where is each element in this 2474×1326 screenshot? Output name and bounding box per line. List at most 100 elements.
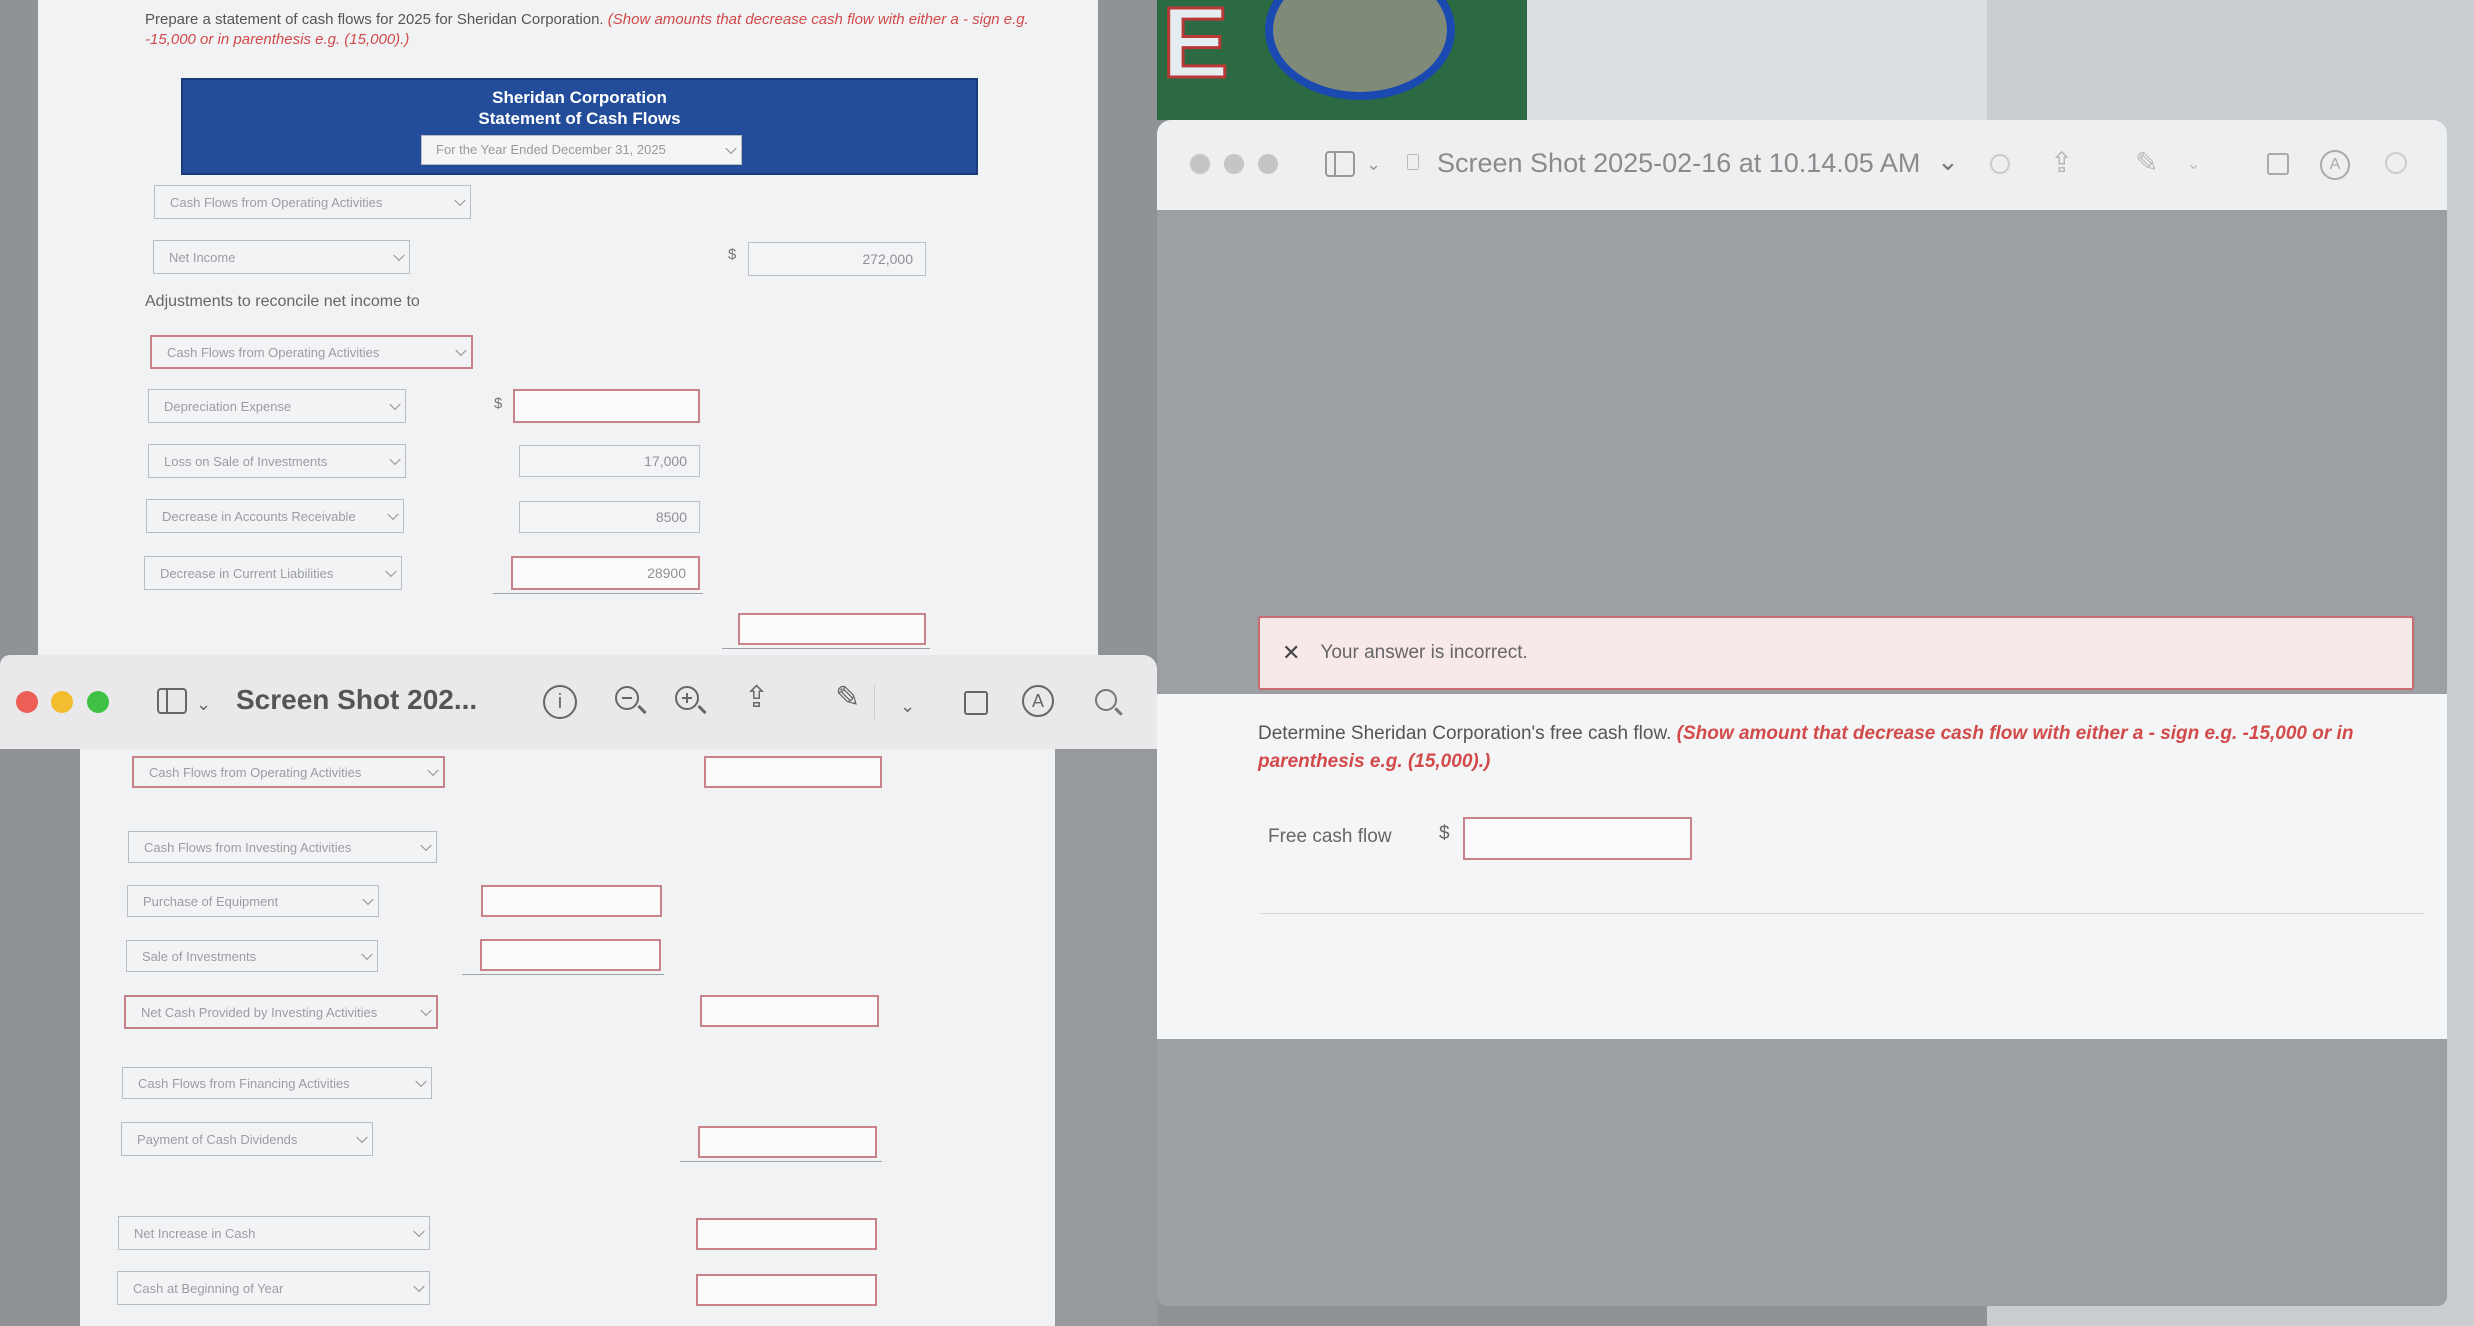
viewer-input-purchase-equipment[interactable] [481,885,662,917]
markup-icon[interactable]: A [1022,685,1054,717]
chevron-down-icon [725,142,737,155]
period-select-value: For the Year Ended December 31, 2025 [436,142,666,157]
chevron-down-icon [389,398,401,411]
section-divider [1260,913,2424,914]
incorrect-answer-alert: ✕ Your answer is incorrect. [1258,616,2414,690]
sidebar-toggle-icon[interactable] [157,688,187,714]
adjustment-input-accounts-receivable[interactable]: 8500 [519,501,700,533]
viewer-window: ⌄ Screen Shot 202... i ⇪ ✎ ⌄ A Cash Flow… [0,655,1157,1326]
zoom-out-icon[interactable] [1990,154,2010,174]
close-x-icon: ✕ [1282,640,1301,665]
minimize-window-button[interactable] [1224,154,1244,174]
markup-pen-icon[interactable]: ✎ [2135,146,2158,179]
subtotal-underline [462,974,664,975]
period-select[interactable]: For the Year Ended December 31, 2025 [421,135,742,165]
zoom-out-icon[interactable] [615,686,647,715]
adjustment-input-depreciation[interactable] [513,389,700,423]
select-value: Payment of Cash Dividends [137,1131,298,1147]
chevron-down-icon[interactable]: ⌄ [900,691,915,721]
currency-symbol: $ [1439,823,1450,844]
adjustment-input-loss-on-sale[interactable]: 17,000 [519,445,700,477]
viewer-gutter [0,749,80,1326]
chevron-down-icon [413,1280,425,1293]
viewer-row-net-increase[interactable]: Net Increase in Cash [118,1216,430,1250]
preview-canvas-bottom [1157,1039,2447,1306]
select-value: Cash at Beginning of Year [133,1280,284,1296]
viewer-input-sale-investments[interactable] [480,939,661,971]
viewer-row-investing-header[interactable]: Cash Flows from Investing Activities [128,831,437,863]
net-income-select[interactable]: Net Income [153,240,410,274]
select-value: Cash Flows from Investing Activities [144,839,352,855]
chevron-down-icon[interactable]: ⌄ [1366,154,1381,175]
chevron-down-icon[interactable]: ⌄ [196,689,211,719]
minimize-window-button[interactable] [51,691,73,713]
chevron-down-icon[interactable]: ⌄ [2187,154,2200,174]
zoom-in-icon[interactable] [675,686,707,715]
operating-header-select[interactable]: Cash Flows from Operating Activities [154,185,471,219]
adjustment-select-current-liabilities[interactable]: Decrease in Current Liabilities [144,556,402,590]
zoom-window-button[interactable] [1258,154,1278,174]
select-value: Cash Flows from Operating Activities [170,194,383,210]
select-value: Loss on Sale of Investments [164,453,328,469]
share-icon[interactable]: ⇪ [744,683,769,713]
title-chevron-down-icon[interactable]: ⌄ [1937,146,1959,177]
share-icon[interactable]: ⇪ [2050,146,2073,179]
chevron-down-icon [427,764,439,777]
select-value: Net Increase in Cash [134,1225,256,1241]
free-cash-flow-input[interactable] [1463,817,1692,860]
viewer-row-beginning-cash[interactable]: Cash at Beginning of Year [117,1271,430,1305]
window-title: Screen Shot 202... [236,684,478,715]
instructions-hint-line-2: -15,000 or in parenthesis e.g. (15,000).… [145,31,410,48]
question-main: Determine Sheridan Corporation's free ca… [1258,723,1672,744]
subtotal-underline [493,593,703,594]
viewer-input-cash-dividends[interactable] [698,1126,877,1158]
viewer-row-financing-header[interactable]: Cash Flows from Financing Activities [122,1067,432,1099]
search-icon[interactable] [1095,689,1123,716]
chevron-down-icon [385,565,397,578]
viewer-row-operating[interactable]: Cash Flows from Operating Activities [132,756,445,788]
viewer-row-sale-investments[interactable]: Sale of Investments [126,940,378,972]
viewer-input-operating-total[interactable] [704,756,882,788]
chevron-down-icon [415,1075,427,1088]
search-icon[interactable] [2385,152,2407,174]
info-icon[interactable]: i [543,685,577,719]
company-name: Sheridan Corporation [492,88,667,107]
adjustment-select-depreciation[interactable]: Depreciation Expense [148,389,406,423]
preview-titlebar: ⌄ Screen Shot 2025-02-16 at 10.14.05 AM … [1157,120,2447,210]
question-hint: (Show amount that decrease cash flow wit… [1676,723,2354,744]
close-window-button[interactable] [1190,154,1210,174]
viewer-input-net-investing[interactable] [700,995,879,1027]
viewer-input-net-increase[interactable] [696,1218,877,1250]
preview-window: ⌄ Screen Shot 2025-02-16 at 10.14.05 AM … [1157,120,2447,1306]
markup-pen-icon[interactable]: ✎ [835,683,860,713]
rotate-icon[interactable] [964,691,988,715]
chevron-down-icon [413,1225,425,1238]
select-value: Sale of Investments [142,948,257,964]
instructions-text: Prepare a statement of cash flows for 20… [145,11,604,28]
viewer-input-beginning-cash[interactable] [696,1274,877,1306]
select-value: Cash Flows from Operating Activities [149,764,362,780]
sidebar-toggle-icon[interactable] [1325,151,1355,177]
instructions-line-1: Prepare a statement of cash flows for 20… [145,11,1029,28]
adjustment-input-current-liabilities[interactable]: 28900 [511,556,700,590]
toolbar-divider [874,685,875,719]
adjustments-total-input[interactable] [738,613,926,645]
adjustments-select[interactable]: Cash Flows from Operating Activities [150,335,473,369]
select-value: Decrease in Current Liabilities [160,565,334,581]
chevron-down-icon [389,453,401,466]
viewer-row-cash-dividends[interactable]: Payment of Cash Dividends [121,1122,373,1156]
rotate-icon[interactable] [2267,153,2289,175]
chevron-down-icon [387,508,399,521]
markup-icon[interactable]: A [2320,150,2350,180]
viewer-row-net-investing[interactable]: Net Cash Provided by Investing Activitie… [124,995,438,1029]
zoom-window-button[interactable] [87,691,109,713]
adjustment-select-accounts-receivable[interactable]: Decrease in Accounts Receivable [146,499,404,533]
viewer-row-purchase-equipment[interactable]: Purchase of Equipment [127,885,379,917]
net-income-input[interactable]: 272,000 [748,242,926,276]
chevron-down-icon [420,839,432,852]
adjustment-select-loss-on-sale[interactable]: Loss on Sale of Investments [148,444,406,478]
close-window-button[interactable] [16,691,38,713]
question-text: Determine Sheridan Corporation's free ca… [1258,720,2408,776]
statement-title: Statement of Cash Flows [478,109,681,128]
background-photo-wall [1527,0,1987,120]
